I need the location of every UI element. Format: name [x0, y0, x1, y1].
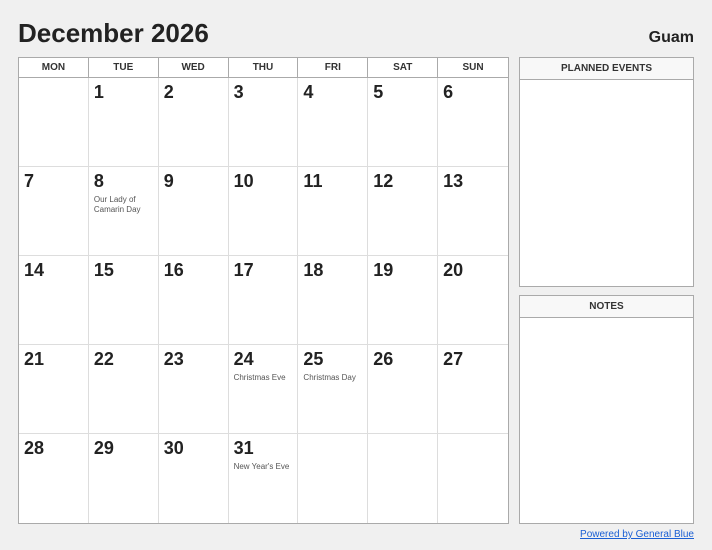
day-cell: 16 — [159, 256, 229, 345]
day-cell: 15 — [89, 256, 159, 345]
day-cell: 21 — [19, 345, 89, 434]
day-cell: 4 — [298, 78, 368, 167]
day-number: 14 — [24, 260, 44, 282]
event-label: Christmas Eve — [234, 373, 286, 383]
day-cell: 12 — [368, 167, 438, 256]
day-cell: 2 — [159, 78, 229, 167]
page-title: December 2026 — [18, 18, 209, 49]
planned-events-box: PLANNED EVENTS — [519, 57, 694, 287]
day-cell: 8Our Lady of Camarin Day — [89, 167, 159, 256]
day-cell: 19 — [368, 256, 438, 345]
day-number: 24 — [234, 349, 254, 371]
day-number: 11 — [303, 171, 322, 193]
day-number: 29 — [94, 438, 114, 460]
notes-box: NOTES — [519, 295, 694, 525]
notes-header: NOTES — [520, 296, 693, 318]
day-cell — [19, 78, 89, 167]
day-cell: 14 — [19, 256, 89, 345]
day-cell: 6 — [438, 78, 508, 167]
day-number: 4 — [303, 82, 313, 104]
day-header-tue: TUE — [89, 58, 159, 77]
day-number: 3 — [234, 82, 244, 104]
day-cell: 29 — [89, 434, 159, 523]
day-cell: 10 — [229, 167, 299, 256]
day-cell: 26 — [368, 345, 438, 434]
calendar-grid: 12345678Our Lady of Camarin Day910111213… — [19, 78, 508, 523]
day-number: 15 — [94, 260, 114, 282]
day-cell: 1 — [89, 78, 159, 167]
day-number: 28 — [24, 438, 44, 460]
day-cell: 17 — [229, 256, 299, 345]
powered-by-link[interactable]: Powered by General Blue — [580, 529, 694, 540]
day-number: 30 — [164, 438, 184, 460]
day-header-wed: WED — [159, 58, 229, 77]
day-number: 31 — [234, 438, 254, 460]
day-number: 13 — [443, 171, 463, 193]
day-number: 27 — [443, 349, 463, 371]
day-number: 10 — [234, 171, 254, 193]
planned-events-header: PLANNED EVENTS — [520, 58, 693, 80]
day-number: 16 — [164, 260, 184, 282]
notes-body — [520, 318, 693, 524]
day-cell: 31 New Year's Eve — [229, 434, 299, 523]
event-label: Our Lady of Camarin Day — [94, 195, 153, 216]
day-number: 17 — [234, 260, 254, 282]
footer: Powered by General Blue — [18, 529, 694, 540]
day-number: 8 — [94, 171, 104, 193]
day-headers: MONTUEWEDTHUFRISATSUN — [19, 58, 508, 78]
day-cell: 11 — [298, 167, 368, 256]
event-label: New Year's Eve — [234, 462, 290, 472]
day-cell: 24 Christmas Eve — [229, 345, 299, 434]
day-cell: 30 — [159, 434, 229, 523]
day-cell: 9 — [159, 167, 229, 256]
day-cell — [438, 434, 508, 523]
day-cell: 28 — [19, 434, 89, 523]
day-cell: 22 — [89, 345, 159, 434]
day-header-fri: FRI — [298, 58, 368, 77]
header: December 2026 Guam — [18, 18, 694, 49]
day-cell: 25 Christmas Day — [298, 345, 368, 434]
day-cell: 13 — [438, 167, 508, 256]
day-number: 26 — [373, 349, 393, 371]
day-number: 20 — [443, 260, 463, 282]
day-number: 25 — [303, 349, 323, 371]
sidebar: PLANNED EVENTS NOTES — [519, 57, 694, 524]
day-number: 12 — [373, 171, 393, 193]
day-cell: 23 — [159, 345, 229, 434]
main-content: MONTUEWEDTHUFRISATSUN 12345678Our Lady o… — [18, 57, 694, 524]
day-number: 7 — [24, 171, 34, 193]
event-label: Christmas Day — [303, 373, 355, 383]
day-cell: 5 — [368, 78, 438, 167]
region-label: Guam — [649, 29, 694, 47]
day-cell: 18 — [298, 256, 368, 345]
day-number: 5 — [373, 82, 383, 104]
page: December 2026 Guam MONTUEWEDTHUFRISATSUN… — [0, 0, 712, 550]
day-number: 1 — [94, 82, 104, 104]
day-number: 21 — [24, 349, 44, 371]
day-cell: 3 — [229, 78, 299, 167]
day-cell — [298, 434, 368, 523]
day-number: 23 — [164, 349, 184, 371]
day-number: 9 — [164, 171, 174, 193]
day-number: 6 — [443, 82, 453, 104]
day-cell: 27 — [438, 345, 508, 434]
day-header-sun: SUN — [438, 58, 508, 77]
planned-events-body — [520, 80, 693, 286]
day-number: 2 — [164, 82, 174, 104]
day-header-thu: THU — [229, 58, 299, 77]
calendar: MONTUEWEDTHUFRISATSUN 12345678Our Lady o… — [18, 57, 509, 524]
day-cell — [368, 434, 438, 523]
day-header-mon: MON — [19, 58, 89, 77]
day-cell: 20 — [438, 256, 508, 345]
day-header-sat: SAT — [368, 58, 438, 77]
day-number: 19 — [373, 260, 393, 282]
day-cell: 7 — [19, 167, 89, 256]
day-number: 22 — [94, 349, 114, 371]
day-number: 18 — [303, 260, 323, 282]
